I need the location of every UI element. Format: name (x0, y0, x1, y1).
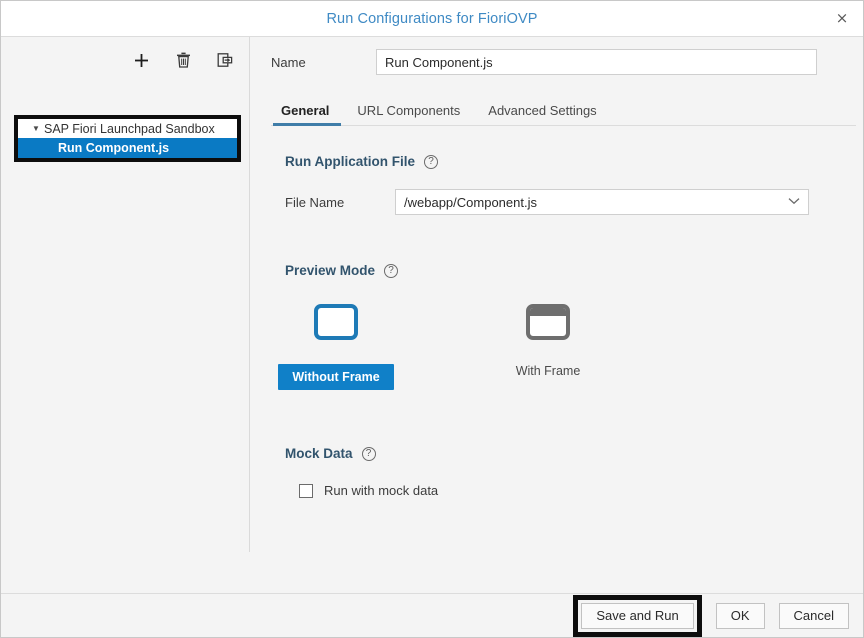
tab-url-components[interactable]: URL Components (343, 103, 474, 125)
dialog-title: Run Configurations for FioriOVP (326, 10, 538, 27)
run-with-mock-data-row[interactable]: Run with mock data (299, 483, 863, 498)
file-name-label: File Name (285, 194, 345, 210)
preview-mode-with-frame[interactable]: With Frame (497, 304, 599, 390)
file-name-select[interactable]: /webapp/Component.js (395, 189, 809, 215)
configurations-panel: ▼ SAP Fiori Launchpad Sandbox Run Compon… (1, 37, 250, 593)
help-icon[interactable]: ? (361, 446, 376, 461)
section-mock-data: Mock Data ? Run with mock data (271, 446, 863, 498)
file-name-row: File Name /webapp/Component.js (285, 189, 863, 215)
window-with-frame-icon (526, 304, 570, 340)
section-header: Preview Mode ? (285, 263, 863, 278)
configurations-toolbar (1, 37, 249, 76)
run-with-mock-data-label: Run with mock data (324, 483, 439, 498)
chevron-down-icon[interactable]: ▼ (28, 124, 44, 133)
tree-item-sap-fiori-launchpad-sandbox[interactable]: ▼ SAP Fiori Launchpad Sandbox (18, 119, 237, 138)
run-with-mock-data-checkbox[interactable] (299, 483, 313, 498)
preview-mode-label[interactable]: Without Frame (278, 364, 394, 390)
ok-button[interactable]: OK (715, 602, 765, 629)
name-input[interactable] (376, 49, 817, 75)
section-title: Preview Mode (285, 263, 376, 278)
duplicate-configuration-button[interactable] (215, 50, 235, 70)
cancel-button[interactable]: Cancel (778, 602, 849, 629)
chevron-down-icon[interactable] (788, 197, 800, 208)
configurations-tree: ▼ SAP Fiori Launchpad Sandbox Run Compon… (18, 119, 237, 158)
section-header: Run Application File ? (285, 154, 863, 169)
save-and-run-button[interactable]: Save and Run (581, 602, 694, 629)
tree-item-label: Run Component.js (58, 141, 170, 155)
tree-item-label: SAP Fiori Launchpad Sandbox (44, 121, 215, 136)
help-icon[interactable]: ? (424, 154, 438, 169)
preview-mode-options: Without Frame With Frame (278, 304, 863, 390)
dialog-body: ▼ SAP Fiori Launchpad Sandbox Run Compon… (1, 37, 863, 593)
section-header: Mock Data ? (285, 446, 863, 461)
dialog-footer: Save and Run OK Cancel (1, 593, 863, 637)
name-label: Name (271, 54, 306, 70)
run-configurations-dialog: Run Configurations for FioriOVP × ▼ SAP … (0, 0, 864, 638)
configuration-details-panel: Name General URL Components Advanced Set… (249, 37, 863, 593)
name-row: Name (271, 49, 863, 75)
tab-advanced-settings[interactable]: Advanced Settings (474, 103, 610, 125)
file-name-value: /webapp/Component.js (404, 194, 537, 210)
section-preview-mode: Preview Mode ? Without Frame With Frame (271, 263, 863, 390)
help-icon[interactable]: ? (384, 263, 399, 278)
section-title: Run Application File (285, 154, 415, 169)
preview-mode-label[interactable]: With Frame (516, 364, 581, 378)
window-without-frame-icon (314, 304, 358, 340)
save-and-run-highlight-annotation: Save and Run (573, 594, 702, 637)
section-title: Mock Data (285, 446, 353, 461)
dialog-title-bar: Run Configurations for FioriOVP × (1, 1, 863, 37)
details-tabs: General URL Components Advanced Settings (271, 97, 856, 126)
section-run-application-file: Run Application File ? File Name /webapp… (271, 154, 863, 215)
preview-mode-without-frame[interactable]: Without Frame (278, 304, 394, 390)
delete-configuration-button[interactable] (173, 50, 193, 70)
tab-general[interactable]: General (271, 103, 343, 126)
close-icon[interactable]: × (831, 8, 853, 30)
tree-item-run-component-js[interactable]: Run Component.js (18, 138, 237, 158)
add-configuration-button[interactable] (131, 50, 151, 70)
